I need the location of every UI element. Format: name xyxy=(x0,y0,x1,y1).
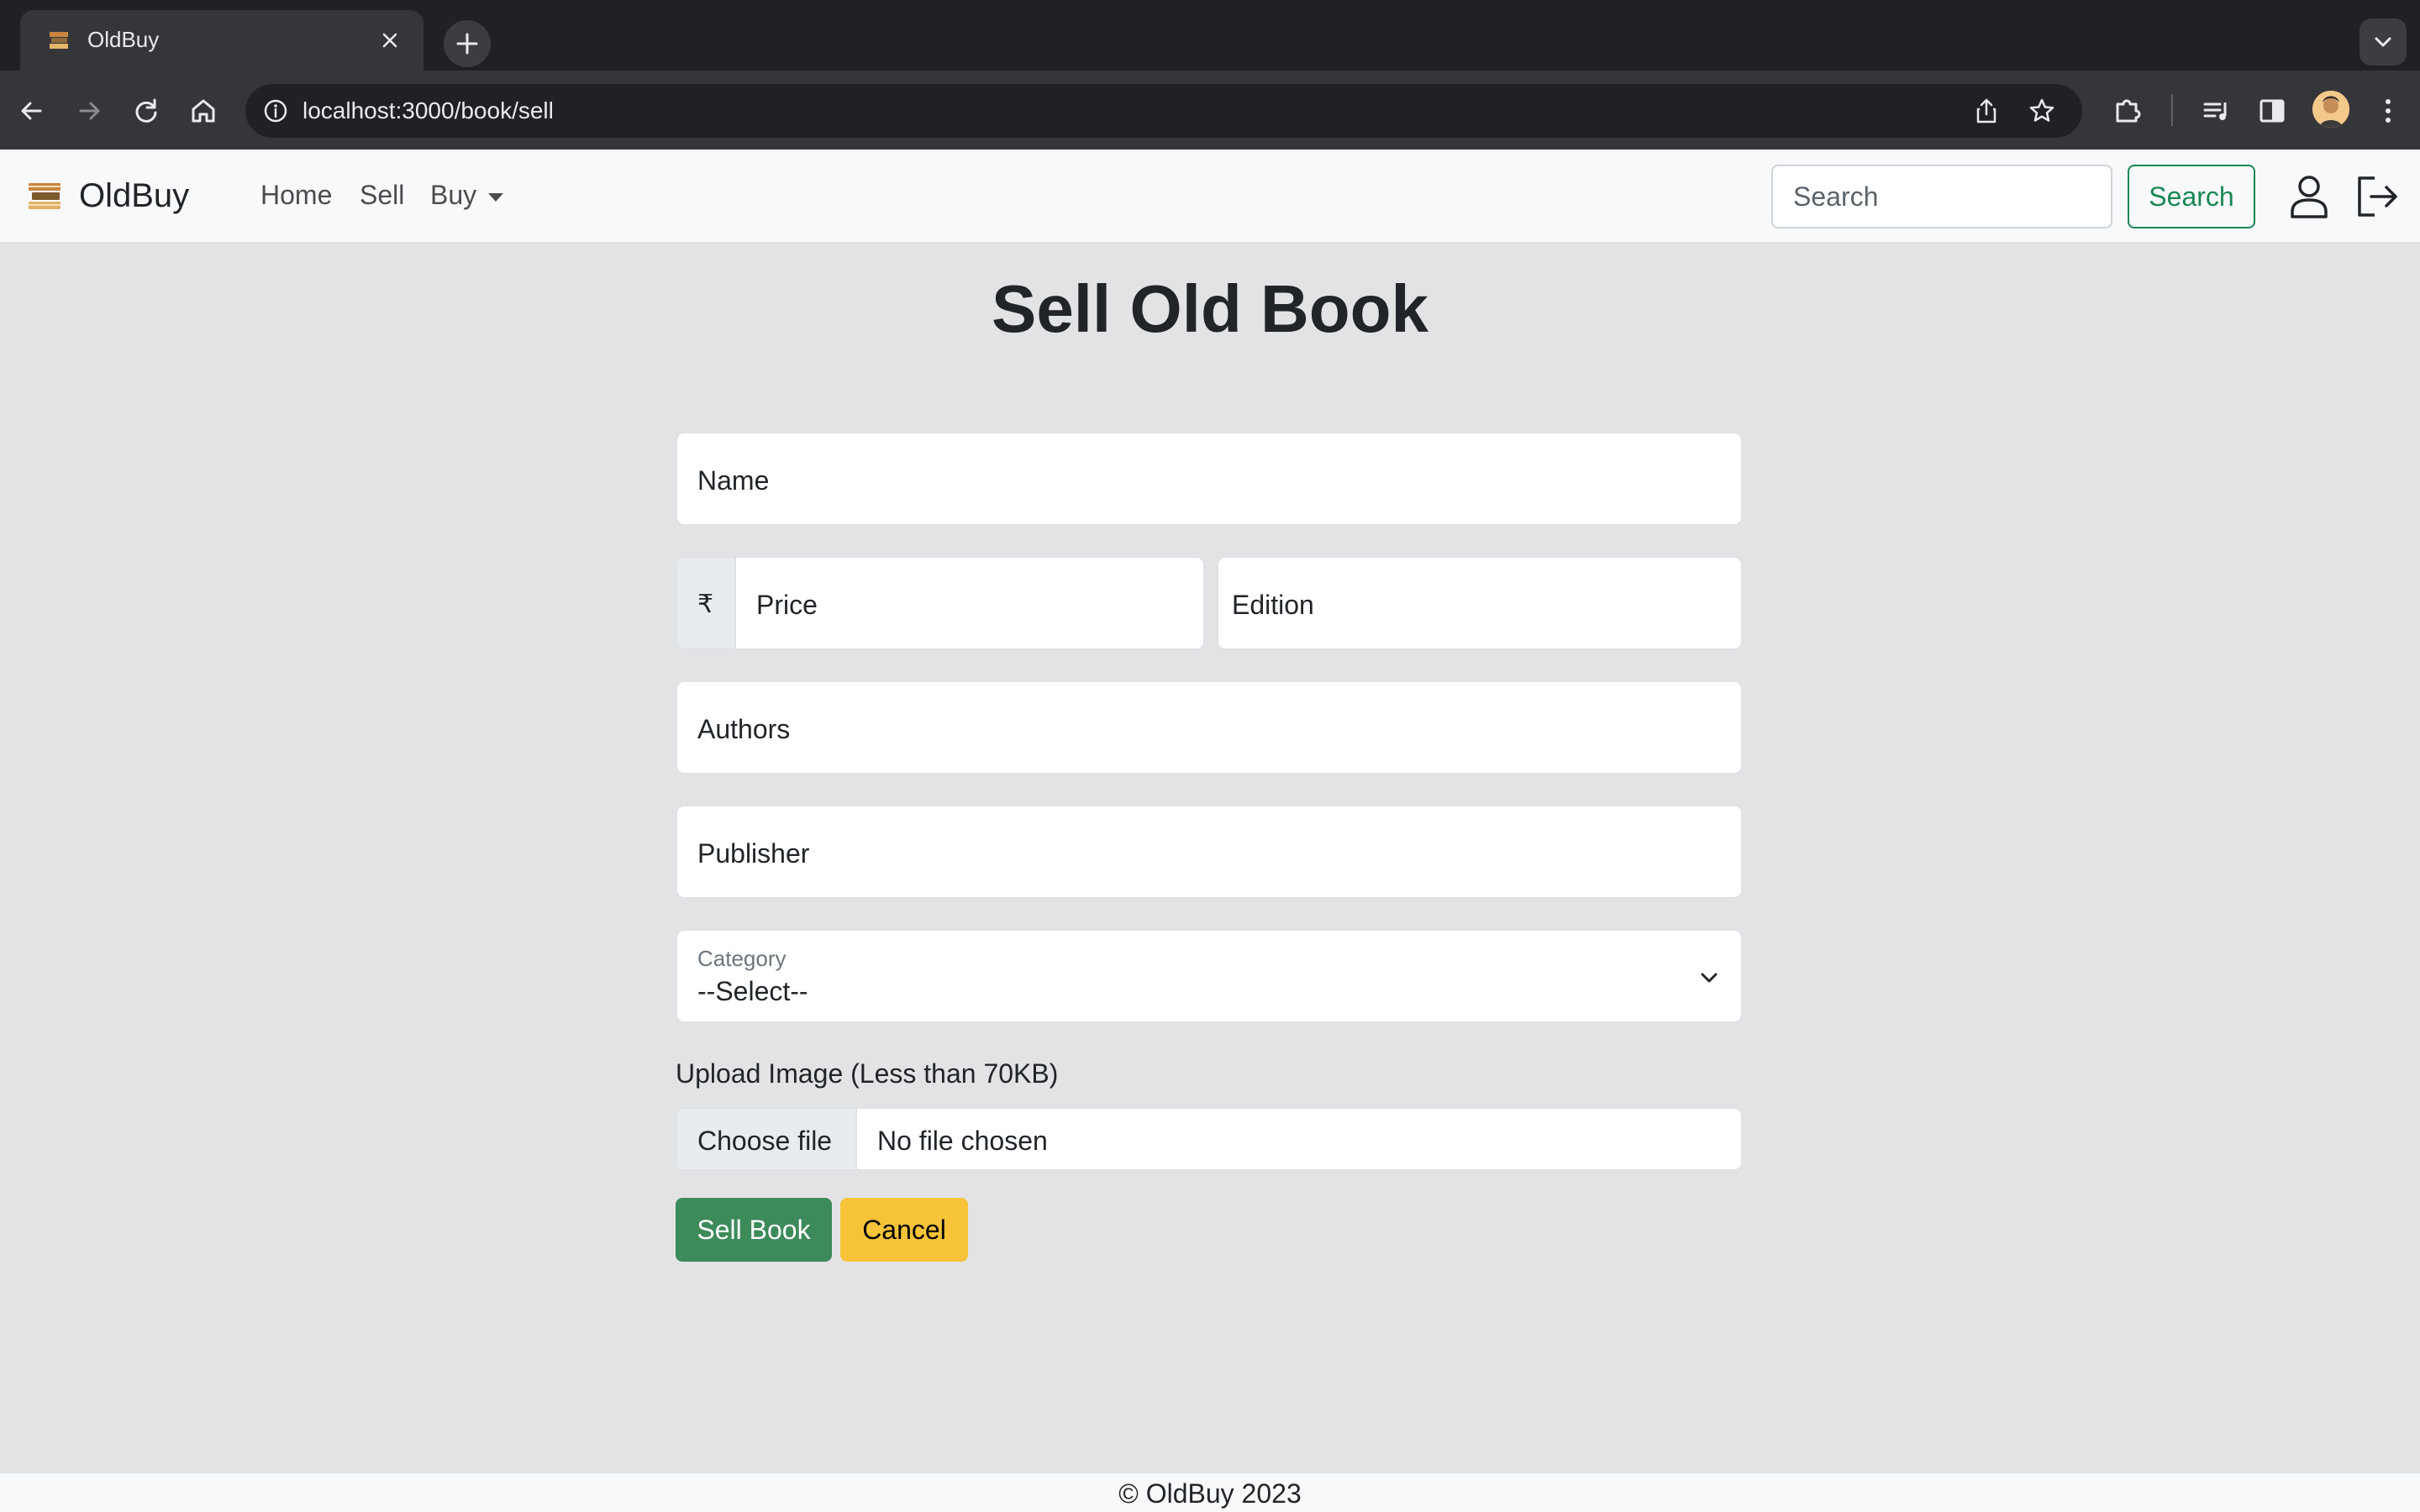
brand-link[interactable]: OldBuy xyxy=(25,176,189,215)
reload-icon[interactable] xyxy=(126,91,166,131)
tab-title: OldBuy xyxy=(87,27,160,52)
choose-file-button[interactable]: Choose file xyxy=(677,1109,857,1169)
name-field[interactable]: Name xyxy=(676,432,1743,526)
url-host: localhost:3000 xyxy=(302,97,455,123)
edition-field[interactable]: Edition xyxy=(1217,556,1743,650)
image-file-input[interactable]: Choose file No file chosen xyxy=(676,1107,1743,1171)
address-bar[interactable]: localhost:3000/book/sell xyxy=(245,84,2082,138)
currency-symbol: ₹ xyxy=(697,591,714,618)
brand-name: OldBuy xyxy=(79,176,190,214)
category-select[interactable]: Category --Select-- xyxy=(676,929,1743,1023)
new-tab-icon[interactable] xyxy=(444,20,491,67)
authors-field-placeholder: Authors xyxy=(697,714,791,744)
sell-book-button[interactable]: Sell Book xyxy=(676,1198,832,1262)
price-field[interactable]: Price xyxy=(734,556,1205,650)
share-icon[interactable] xyxy=(1971,96,2002,126)
choose-file-label: Choose file xyxy=(697,1126,833,1156)
upload-image-label: Upload Image (Less than 70KB) xyxy=(676,1058,1059,1089)
tab-search-icon[interactable] xyxy=(2360,18,2407,66)
price-field-placeholder: Price xyxy=(756,590,818,620)
nav-link-home[interactable]: Home xyxy=(260,180,332,211)
nav-dropdown-buy[interactable]: Buy xyxy=(430,180,504,211)
back-icon[interactable] xyxy=(12,91,52,131)
nav-link-sell[interactable]: Sell xyxy=(360,180,404,211)
cancel-button[interactable]: Cancel xyxy=(840,1198,968,1262)
books-logo-icon xyxy=(29,183,60,209)
close-tab-icon[interactable] xyxy=(376,27,403,54)
search-input[interactable] xyxy=(1771,165,2112,228)
browser-tabstrip: OldBuy xyxy=(0,0,2420,71)
media-controls-icon[interactable] xyxy=(2196,91,2237,131)
url-path: /book/sell xyxy=(454,97,554,123)
category-label: Category xyxy=(697,946,786,971)
publisher-field[interactable]: Publisher xyxy=(676,805,1743,899)
url-text: localhost:3000/book/sell xyxy=(302,97,554,124)
page-title: Sell Old Book xyxy=(991,271,1429,346)
file-status-text: No file chosen xyxy=(877,1126,1048,1156)
home-icon[interactable] xyxy=(183,91,224,131)
name-field-placeholder: Name xyxy=(697,465,770,496)
browser-menu-icon[interactable] xyxy=(2368,91,2408,131)
toolbar-separator xyxy=(2171,94,2173,126)
edition-field-placeholder: Edition xyxy=(1232,590,1314,620)
browser-tab[interactable]: OldBuy xyxy=(20,10,424,71)
books-favicon-icon xyxy=(50,32,68,49)
forward-icon[interactable] xyxy=(69,91,109,131)
site-footer: © OldBuy 2023 xyxy=(0,1472,2420,1512)
profile-avatar-icon xyxy=(2312,91,2349,128)
publisher-field-placeholder: Publisher xyxy=(697,838,810,869)
extensions-icon[interactable] xyxy=(2107,91,2148,131)
logout-icon[interactable] xyxy=(2353,171,2400,222)
side-panel-icon[interactable] xyxy=(2252,91,2292,131)
category-selected-value: --Select-- xyxy=(697,976,808,1006)
site-info-icon[interactable] xyxy=(262,97,289,124)
person-icon[interactable] xyxy=(2286,171,2333,222)
nav-dropdown-buy-label: Buy xyxy=(430,180,477,210)
profile-avatar[interactable] xyxy=(2312,91,2349,128)
chevron-down-icon xyxy=(1701,973,1718,983)
currency-addon: ₹ xyxy=(676,556,736,650)
authors-field[interactable]: Authors xyxy=(676,680,1743,774)
bookmark-star-icon[interactable] xyxy=(2027,96,2057,126)
browser-toolbar: localhost:3000/book/sell xyxy=(0,71,2420,150)
site-navbar: OldBuy Home Sell Buy Search xyxy=(0,150,2420,244)
search-button[interactable]: Search xyxy=(2128,165,2255,228)
caret-down-icon xyxy=(488,192,504,202)
